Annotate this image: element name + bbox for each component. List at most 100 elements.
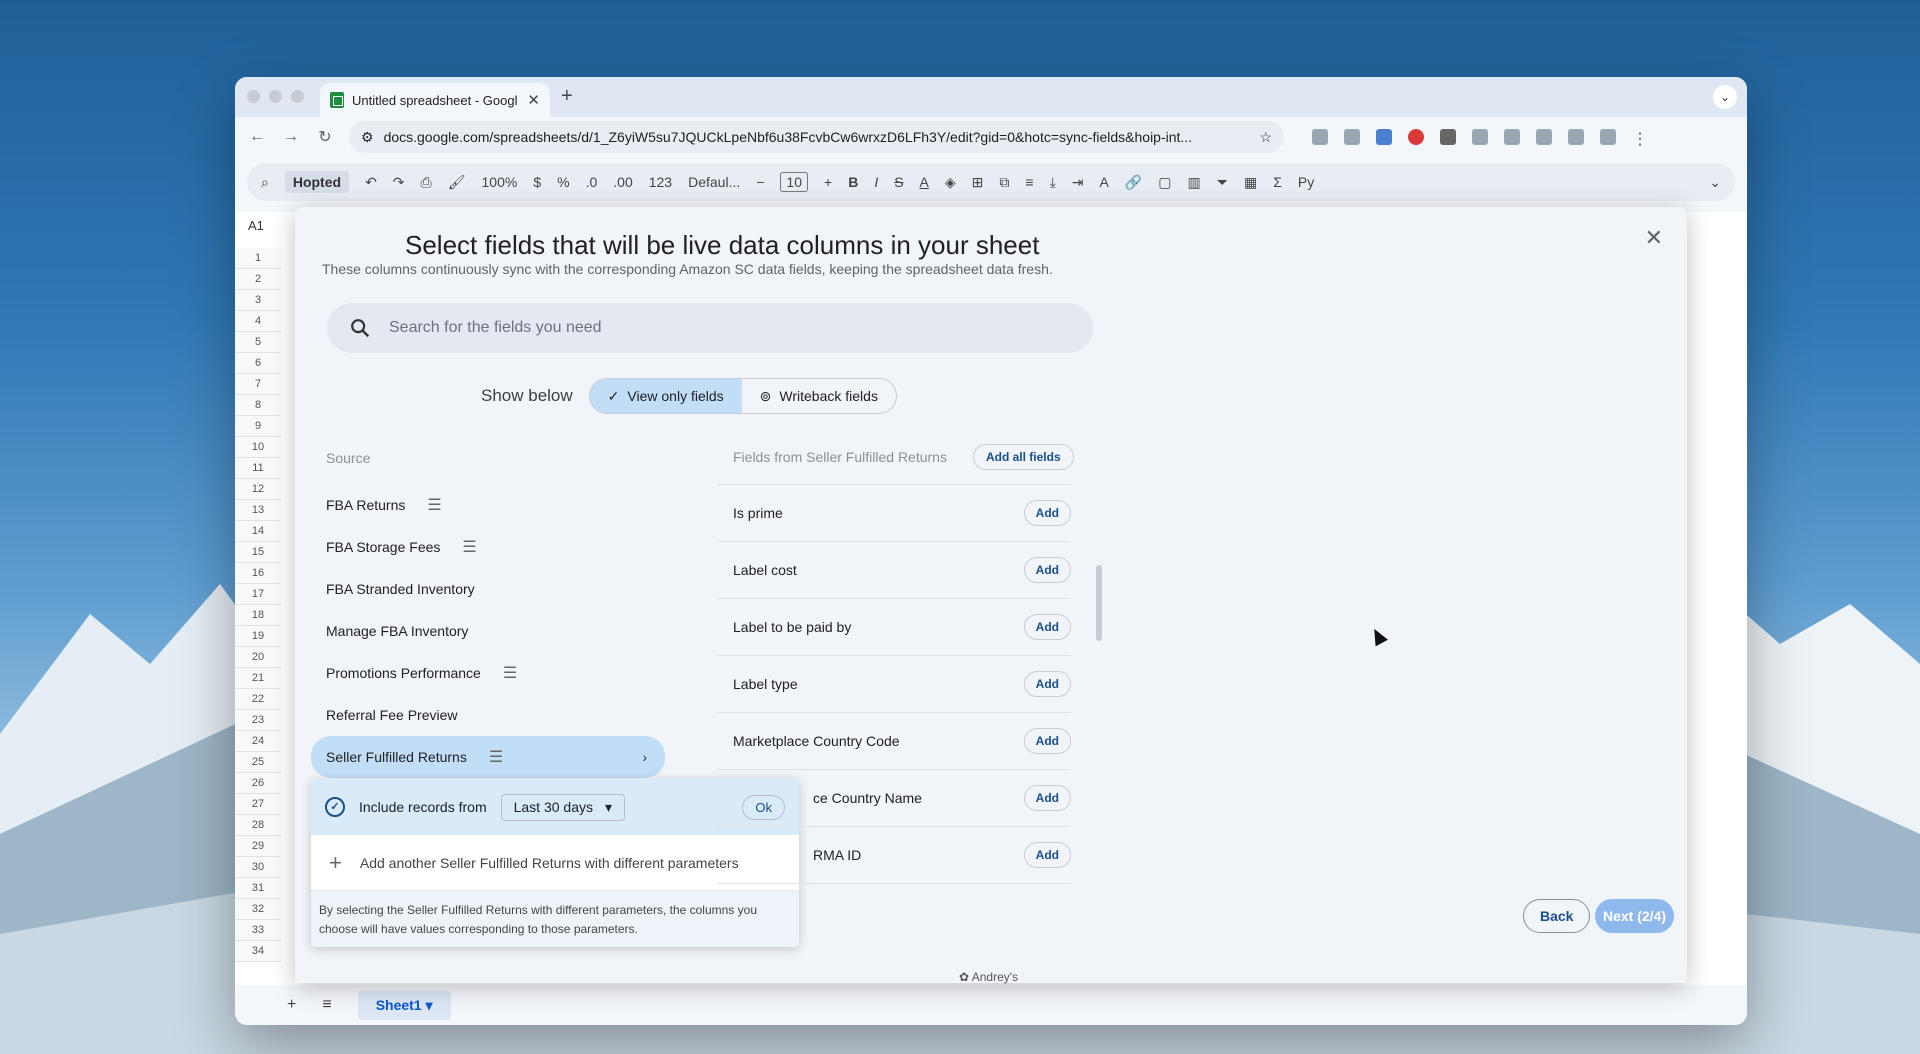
minus-icon[interactable]: − <box>756 174 764 190</box>
fields-scrollbar[interactable] <box>1096 565 1102 641</box>
forward-icon[interactable]: → <box>281 128 301 146</box>
decrease-decimal-icon[interactable]: .0 <box>586 174 598 190</box>
extension-icon[interactable] <box>1312 129 1328 145</box>
redo-icon[interactable]: ↷ <box>393 174 405 191</box>
add-sheet-icon[interactable]: + <box>287 996 296 1014</box>
row-header[interactable]: 26 <box>235 773 281 794</box>
functions-icon[interactable]: Σ <box>1273 174 1282 190</box>
extension-icon[interactable] <box>1376 129 1392 145</box>
star-icon[interactable]: ☆ <box>1259 129 1272 146</box>
row-header[interactable]: 15 <box>235 542 281 563</box>
filter-icon[interactable]: ⏷ <box>1217 174 1228 191</box>
row-header[interactable]: 22 <box>235 689 281 710</box>
code-icon[interactable] <box>1568 129 1584 145</box>
tune-icon[interactable]: ☰ <box>462 537 476 557</box>
row-header[interactable]: 2 <box>235 269 281 290</box>
currency-icon[interactable]: $ <box>533 174 541 190</box>
add-all-fields-button[interactable]: Add all fields <box>972 444 1074 470</box>
add-field-button[interactable]: Add <box>1023 500 1071 526</box>
row-header[interactable]: 12 <box>235 479 281 500</box>
row-header[interactable]: 6 <box>235 353 281 374</box>
undo-icon[interactable]: ↶ <box>365 174 377 191</box>
borders-icon[interactable]: ⊞ <box>972 174 984 191</box>
number-format-icon[interactable]: 123 <box>649 174 672 190</box>
row-header[interactable]: 32 <box>235 899 281 920</box>
tune-icon[interactable]: ☰ <box>489 747 503 767</box>
print-icon[interactable]: ⎙ <box>421 174 432 191</box>
site-settings-icon[interactable]: ⚙ <box>361 129 374 146</box>
source-item-fba-returns[interactable]: FBA Returns ☰ <box>311 484 665 526</box>
back-button[interactable]: Back <box>1523 899 1591 933</box>
new-tab-icon[interactable]: + <box>561 85 573 108</box>
row-header[interactable]: 4 <box>235 311 281 332</box>
all-sheets-icon[interactable]: ≡ <box>322 996 331 1014</box>
add-field-button[interactable]: Add <box>1023 671 1071 697</box>
add-field-button[interactable]: Add <box>1023 785 1071 811</box>
search-icon[interactable]: ⌕ <box>261 174 269 191</box>
tune-icon[interactable]: ☰ <box>427 495 441 515</box>
tune-icon[interactable]: ☰ <box>503 663 517 683</box>
link-icon[interactable]: 🔗 <box>1125 174 1142 191</box>
row-header[interactable]: 33 <box>235 920 281 941</box>
merge-icon[interactable]: ⧉ <box>999 174 1009 191</box>
font-select[interactable]: Defaul... <box>688 174 740 190</box>
source-item-manage-fba-inventory[interactable]: Manage FBA Inventory <box>311 610 665 652</box>
source-item-seller-fulfilled-returns[interactable]: Seller Fulfilled Returns ☰ › <box>311 736 665 778</box>
valign-icon[interactable]: ⤓ <box>1050 174 1056 191</box>
row-header[interactable]: 34 <box>235 941 281 962</box>
add-field-button[interactable]: Add <box>1023 614 1071 640</box>
align-icon[interactable]: ≡ <box>1025 174 1033 190</box>
wrap-icon[interactable]: ⇥ <box>1072 174 1084 191</box>
extension-icon[interactable] <box>1536 129 1552 145</box>
next-button[interactable]: Next (2/4) <box>1595 899 1675 933</box>
row-header[interactable]: 8 <box>235 395 281 416</box>
reload-icon[interactable]: ↻ <box>315 127 335 147</box>
back-icon[interactable]: ← <box>247 128 267 146</box>
source-item-fba-stranded-inventory[interactable]: FBA Stranded Inventory <box>311 568 665 610</box>
close-icon[interactable]: ✕ <box>1645 225 1663 251</box>
row-header[interactable]: 25 <box>235 752 281 773</box>
percent-icon[interactable]: % <box>557 174 569 190</box>
row-header[interactable]: 30 <box>235 857 281 878</box>
avatar[interactable] <box>1600 129 1616 145</box>
fill-color-icon[interactable]: ◈ <box>945 174 956 191</box>
browser-tab[interactable]: Untitled spreadsheet - Googl ✕ <box>320 83 550 117</box>
row-header[interactable]: 19 <box>235 626 281 647</box>
row-header[interactable]: 5 <box>235 332 281 353</box>
row-header[interactable]: 7 <box>235 374 281 395</box>
view-only-fields-button[interactable]: ✓ View only fields <box>589 379 742 413</box>
writeback-fields-button[interactable]: ⊚ Writeback fields <box>742 379 896 413</box>
source-item-referral-fee-preview[interactable]: Referral Fee Preview <box>311 694 665 736</box>
strikethrough-icon[interactable]: S <box>894 174 903 190</box>
zoom-select[interactable]: 100% <box>482 174 518 190</box>
chart-icon[interactable]: ▥ <box>1188 174 1201 191</box>
add-field-button[interactable]: Add <box>1023 842 1071 868</box>
add-field-button[interactable]: Add <box>1023 728 1071 754</box>
row-header[interactable]: 28 <box>235 815 281 836</box>
rotate-icon[interactable]: A <box>1100 174 1109 190</box>
extension-icon[interactable] <box>1344 129 1360 145</box>
row-header[interactable]: 18 <box>235 605 281 626</box>
row-header[interactable]: 24 <box>235 731 281 752</box>
row-header[interactable]: 16 <box>235 563 281 584</box>
date-range-select[interactable]: Last 30 days ▾ <box>500 793 626 821</box>
row-header[interactable]: 23 <box>235 710 281 731</box>
source-item-fba-storage-fees[interactable]: FBA Storage Fees ☰ <box>311 526 665 568</box>
extension-icon[interactable] <box>1472 129 1488 145</box>
row-header[interactable]: 3 <box>235 290 281 311</box>
row-header[interactable]: 31 <box>235 878 281 899</box>
row-header[interactable]: 1 <box>235 248 281 269</box>
chevron-down-icon[interactable]: ⌄ <box>1713 85 1737 109</box>
source-item-promotions-performance[interactable]: Promotions Performance ☰ <box>311 652 665 694</box>
input-tools-icon[interactable]: Pу <box>1298 174 1314 190</box>
text-color-icon[interactable]: A <box>920 174 929 190</box>
row-header[interactable]: 13 <box>235 500 281 521</box>
row-header[interactable]: 21 <box>235 668 281 689</box>
filter-views-icon[interactable]: ▦ <box>1244 174 1257 191</box>
font-size-input[interactable]: 10 <box>780 172 808 192</box>
row-header[interactable]: 17 <box>235 584 281 605</box>
comment-icon[interactable]: ▢ <box>1158 174 1171 191</box>
row-header[interactable]: 29 <box>235 836 281 857</box>
bold-icon[interactable]: B <box>848 174 858 190</box>
row-header[interactable]: 9 <box>235 416 281 437</box>
